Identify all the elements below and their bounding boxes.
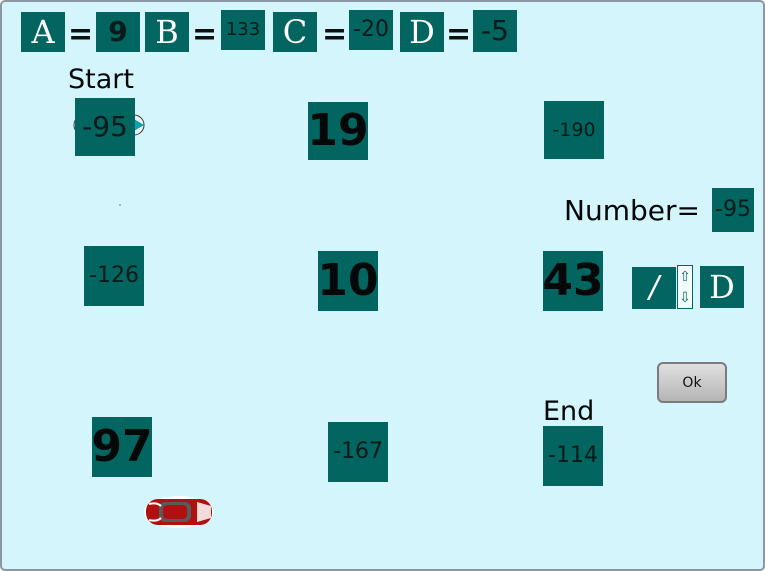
equals-sign: = xyxy=(446,17,472,52)
variable-a-letter: A xyxy=(21,12,65,52)
variable-d-value: -5 xyxy=(473,10,517,52)
tile-end[interactable]: -114 xyxy=(543,426,603,486)
operator-spinner[interactable]: ⇧ ⇩ xyxy=(677,265,693,309)
equals-sign: = xyxy=(322,17,348,52)
number-value: -95 xyxy=(712,188,754,232)
tile-start[interactable]: -95 xyxy=(75,98,135,156)
equals-sign: = xyxy=(68,17,94,52)
car-icon xyxy=(144,496,214,528)
tile[interactable]: 43 xyxy=(542,251,604,311)
operator-display[interactable]: / xyxy=(632,267,676,309)
board-dot xyxy=(119,204,121,206)
variable-d-letter: D xyxy=(400,12,444,52)
tile[interactable]: 97 xyxy=(91,417,153,477)
tile[interactable]: -167 xyxy=(328,422,388,482)
game-board: A = 9 B = 133 C = -20 D = -5 Start End N… xyxy=(0,0,765,571)
end-label: End xyxy=(543,396,595,427)
variable-c-value: -20 xyxy=(349,10,393,50)
operand-variable[interactable]: D xyxy=(700,266,744,308)
tile[interactable]: 10 xyxy=(317,251,379,311)
variable-b-value: 133 xyxy=(221,10,265,50)
tile[interactable]: 19 xyxy=(307,102,369,160)
equals-sign: = xyxy=(192,17,218,52)
variable-c-letter: C xyxy=(273,12,317,52)
tile[interactable]: -190 xyxy=(544,101,604,159)
number-label: Number= xyxy=(564,194,700,227)
variable-a-value: 9 xyxy=(96,12,140,52)
start-label: Start xyxy=(68,64,134,95)
spinner-down-icon[interactable]: ⇩ xyxy=(679,291,691,305)
spinner-up-icon[interactable]: ⇧ xyxy=(679,270,691,284)
variable-b-letter: B xyxy=(145,12,189,52)
ok-button[interactable]: Ok xyxy=(657,362,727,403)
tile[interactable]: -126 xyxy=(84,246,144,306)
